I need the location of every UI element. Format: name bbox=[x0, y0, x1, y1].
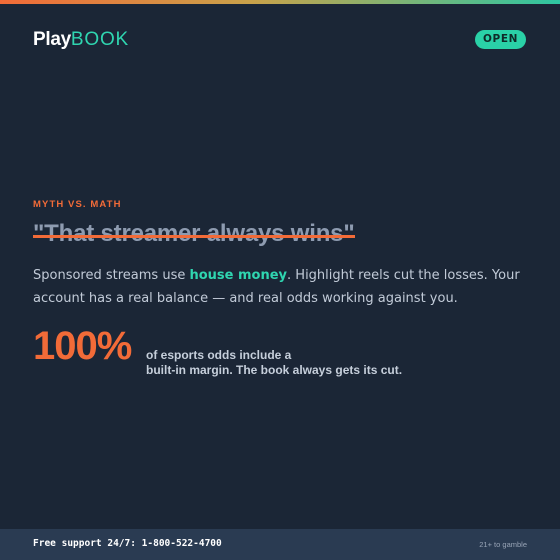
stat-value: 100% bbox=[33, 324, 132, 368]
logo-book-text: BOOK bbox=[70, 29, 129, 50]
house-money-highlight: house money bbox=[189, 268, 288, 283]
open-button[interactable]: OPEN bbox=[475, 30, 526, 49]
logo-play-text: Play bbox=[33, 29, 71, 50]
stat-caption: of esports odds include a built-in margi… bbox=[146, 348, 436, 378]
top-gradient-bar bbox=[0, 0, 560, 4]
eyebrow-label: MYTH VS. MATH bbox=[33, 199, 122, 210]
body-text-start: Sponsored streams use bbox=[33, 268, 190, 283]
page: { "header": { "logo_play": "Play", "logo… bbox=[0, 0, 560, 560]
stat-caption-line-2: built-in margin. The book always gets it… bbox=[146, 363, 403, 377]
stat-caption-line-1: of esports odds include a bbox=[146, 348, 292, 362]
footer-bar: Free support 24/7: 1-800-522-4700 21+ to… bbox=[0, 529, 560, 560]
support-hotline[interactable]: Free support 24/7: 1-800-522-4700 bbox=[33, 538, 222, 549]
strikethrough-line bbox=[33, 235, 355, 238]
playbook-logo[interactable]: PlayBOOK bbox=[33, 30, 129, 50]
age-notice: 21+ to gamble bbox=[479, 540, 527, 549]
myth-quote-text: "That streamer always wins" bbox=[33, 220, 355, 247]
body-paragraph: Sponsored streams use house money. Highl… bbox=[33, 264, 533, 310]
myth-quote: "That streamer always wins" bbox=[33, 220, 355, 248]
